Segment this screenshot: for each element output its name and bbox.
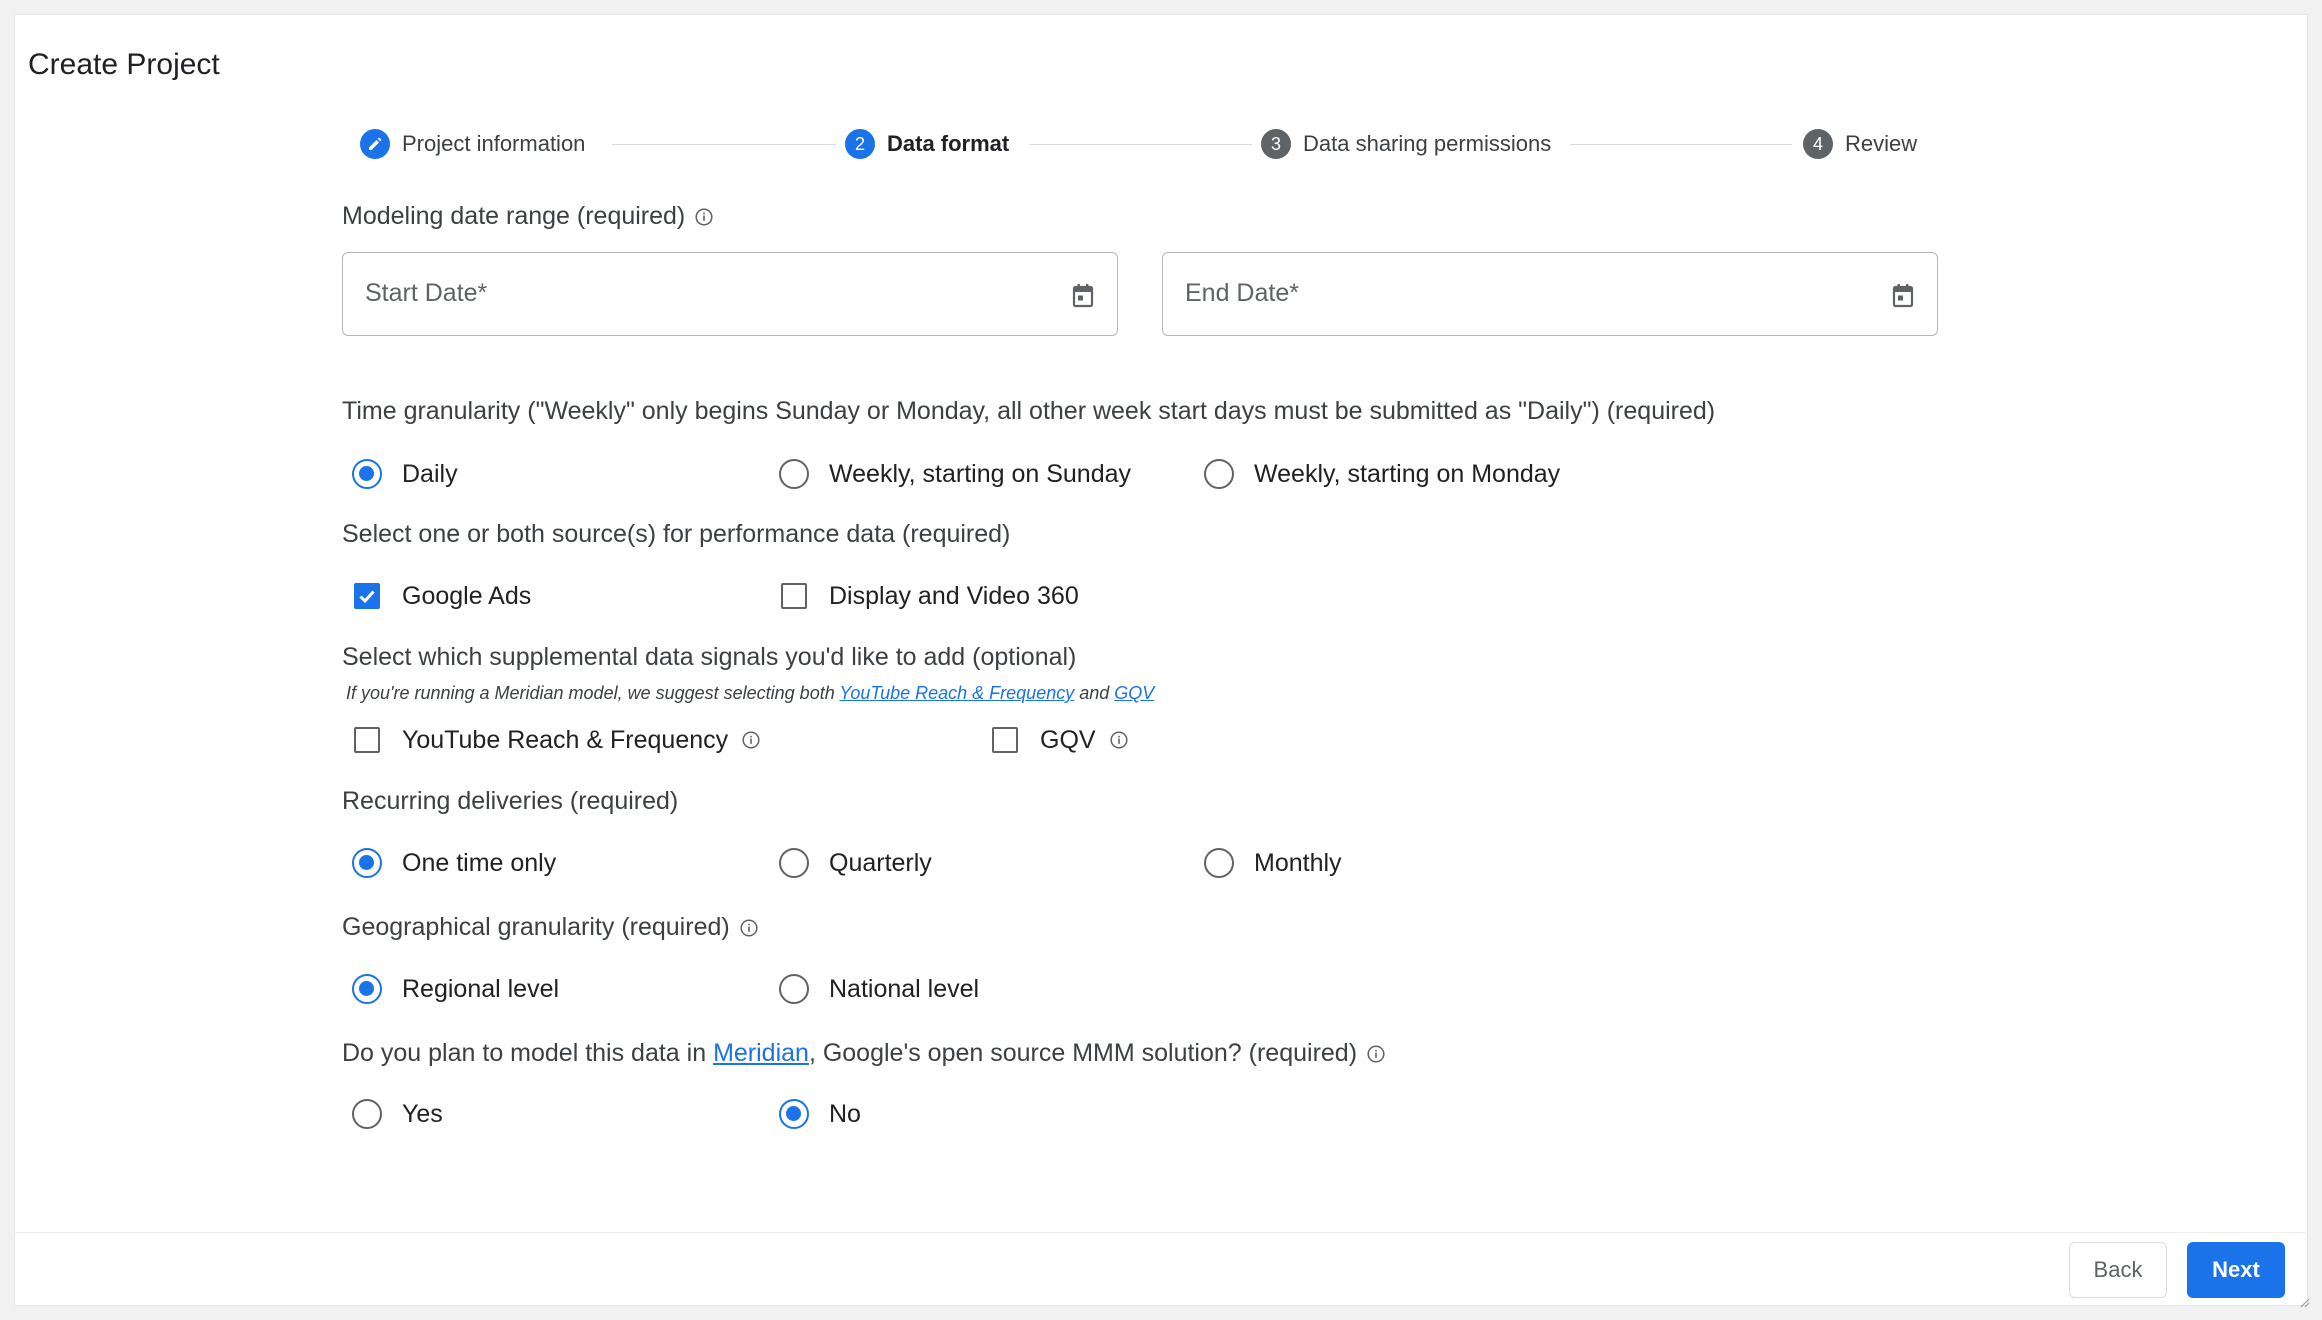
radio-daily[interactable]: Daily bbox=[352, 456, 458, 492]
next-button[interactable]: Next bbox=[2187, 1242, 2285, 1298]
checkbox-label: YouTube Reach & Frequency bbox=[402, 725, 729, 754]
radio-national-level[interactable]: National level bbox=[779, 971, 979, 1007]
meridian-label-text: , Google's open source MMM solution? (re… bbox=[808, 1039, 1358, 1067]
pencil-icon bbox=[360, 129, 390, 159]
info-icon[interactable] bbox=[1110, 731, 1128, 749]
calendar-icon[interactable] bbox=[1891, 283, 1915, 309]
step-data-sharing-permissions[interactable]: 3 Data sharing permissions bbox=[1261, 128, 1551, 160]
checkbox-label: Display and Video 360 bbox=[829, 581, 1079, 610]
hint-text: If you're running a Meridian model, we s… bbox=[346, 683, 840, 703]
info-icon[interactable] bbox=[742, 731, 760, 749]
radio-label: One time only bbox=[402, 848, 557, 877]
geo-granularity-label-text: Geographical granularity (required) bbox=[342, 913, 730, 941]
meridian-hint: If you're running a Meridian model, we s… bbox=[346, 683, 1154, 704]
hint-text: and bbox=[1074, 683, 1115, 703]
info-icon[interactable] bbox=[1367, 1044, 1385, 1063]
geo-granularity-label: Geographical granularity (required) bbox=[342, 913, 758, 942]
checkbox-google-ads[interactable]: Google Ads bbox=[352, 578, 531, 614]
checkbox[interactable] bbox=[781, 583, 807, 609]
radio-label: Weekly, starting on Monday bbox=[1254, 459, 1561, 488]
end-date-field[interactable]: End Date* bbox=[1162, 252, 1938, 336]
step-label: Data sharing permissions bbox=[1303, 131, 1552, 156]
radio-label: Weekly, starting on Sunday bbox=[829, 459, 1132, 488]
radio-quarterly[interactable]: Quarterly bbox=[779, 845, 932, 881]
radio-button[interactable] bbox=[352, 848, 382, 878]
youtube-reach-frequency-link[interactable]: YouTube Reach & Frequency bbox=[839, 683, 1074, 703]
info-icon[interactable] bbox=[740, 918, 758, 937]
radio-button[interactable] bbox=[1204, 848, 1234, 878]
radio-label: Quarterly bbox=[829, 848, 932, 877]
checkbox-youtube-reach-frequency[interactable]: YouTube Reach & Frequency bbox=[352, 722, 760, 758]
checkbox-gqv[interactable]: GQV bbox=[990, 722, 1128, 758]
back-button[interactable]: Back bbox=[2069, 1242, 2167, 1298]
resize-handle-icon[interactable] bbox=[2296, 1294, 2310, 1308]
step-number: 2 bbox=[845, 129, 875, 159]
step-connector bbox=[1570, 144, 1792, 145]
checkbox-label: GQV bbox=[1040, 725, 1096, 754]
checkbox[interactable] bbox=[992, 727, 1018, 753]
radio-label: National level bbox=[829, 974, 980, 1003]
radio-monthly[interactable]: Monthly bbox=[1204, 845, 1342, 881]
step-label: Review bbox=[1845, 131, 1918, 156]
meridian-question-label: Do you plan to model this data in Meridi… bbox=[342, 1039, 1385, 1068]
time-granularity-label: Time granularity ("Weekly" only begins S… bbox=[342, 397, 1716, 425]
radio-label: Daily bbox=[402, 459, 458, 488]
step-number: 4 bbox=[1803, 129, 1833, 159]
calendar-icon[interactable] bbox=[1071, 283, 1095, 309]
step-number: 3 bbox=[1261, 129, 1291, 159]
radio-label: No bbox=[829, 1099, 861, 1128]
radio-button[interactable] bbox=[779, 459, 809, 489]
supplemental-signals-label: Select which supplemental data signals y… bbox=[342, 643, 1077, 671]
radio-weekly-sunday[interactable]: Weekly, starting on Sunday bbox=[779, 456, 1131, 492]
radio-regional-level[interactable]: Regional level bbox=[352, 971, 559, 1007]
step-project-information[interactable]: Project information bbox=[360, 128, 585, 160]
radio-label: Regional level bbox=[402, 974, 560, 1003]
checkbox-display-video-360[interactable]: Display and Video 360 bbox=[779, 578, 1079, 614]
radio-button[interactable] bbox=[352, 459, 382, 489]
end-date-placeholder: End Date* bbox=[1185, 279, 1299, 307]
step-label: Data format bbox=[887, 131, 1010, 156]
date-range-label-text: Modeling date range (required) bbox=[342, 202, 686, 230]
radio-button[interactable] bbox=[779, 1099, 809, 1129]
checkbox[interactable] bbox=[354, 727, 380, 753]
checkbox-label: Google Ads bbox=[402, 581, 532, 610]
radio-yes[interactable]: Yes bbox=[352, 1096, 443, 1132]
page-title: Create Project bbox=[28, 48, 220, 81]
performance-sources-label: Select one or both source(s) for perform… bbox=[342, 520, 1011, 548]
radio-no[interactable]: No bbox=[779, 1096, 861, 1132]
radio-button[interactable] bbox=[352, 974, 382, 1004]
radio-label: Yes bbox=[402, 1099, 443, 1128]
step-data-format[interactable]: 2 Data format bbox=[845, 128, 1009, 160]
step-label: Project information bbox=[402, 131, 586, 156]
step-connector bbox=[1030, 144, 1252, 145]
meridian-link[interactable]: Meridian bbox=[713, 1039, 809, 1068]
start-date-placeholder: Start Date* bbox=[365, 279, 488, 307]
info-icon[interactable] bbox=[695, 207, 713, 226]
recurring-deliveries-label: Recurring deliveries (required) bbox=[342, 787, 679, 815]
footer-divider bbox=[14, 1232, 2308, 1233]
step-review[interactable]: 4 Review bbox=[1803, 128, 1917, 160]
checkbox[interactable] bbox=[354, 583, 380, 609]
gqv-link[interactable]: GQV bbox=[1114, 683, 1154, 703]
radio-button[interactable] bbox=[779, 974, 809, 1004]
radio-button[interactable] bbox=[1204, 459, 1234, 489]
date-range-label: Modeling date range (required) bbox=[342, 202, 713, 231]
radio-one-time-only[interactable]: One time only bbox=[352, 845, 556, 881]
radio-weekly-monday[interactable]: Weekly, starting on Monday bbox=[1204, 456, 1560, 492]
radio-button[interactable] bbox=[352, 1099, 382, 1129]
radio-label: Monthly bbox=[1254, 848, 1342, 877]
radio-button[interactable] bbox=[779, 848, 809, 878]
meridian-label-text: Do you plan to model this data in bbox=[342, 1039, 714, 1067]
start-date-field[interactable]: Start Date* bbox=[342, 252, 1118, 336]
step-connector bbox=[612, 144, 836, 145]
